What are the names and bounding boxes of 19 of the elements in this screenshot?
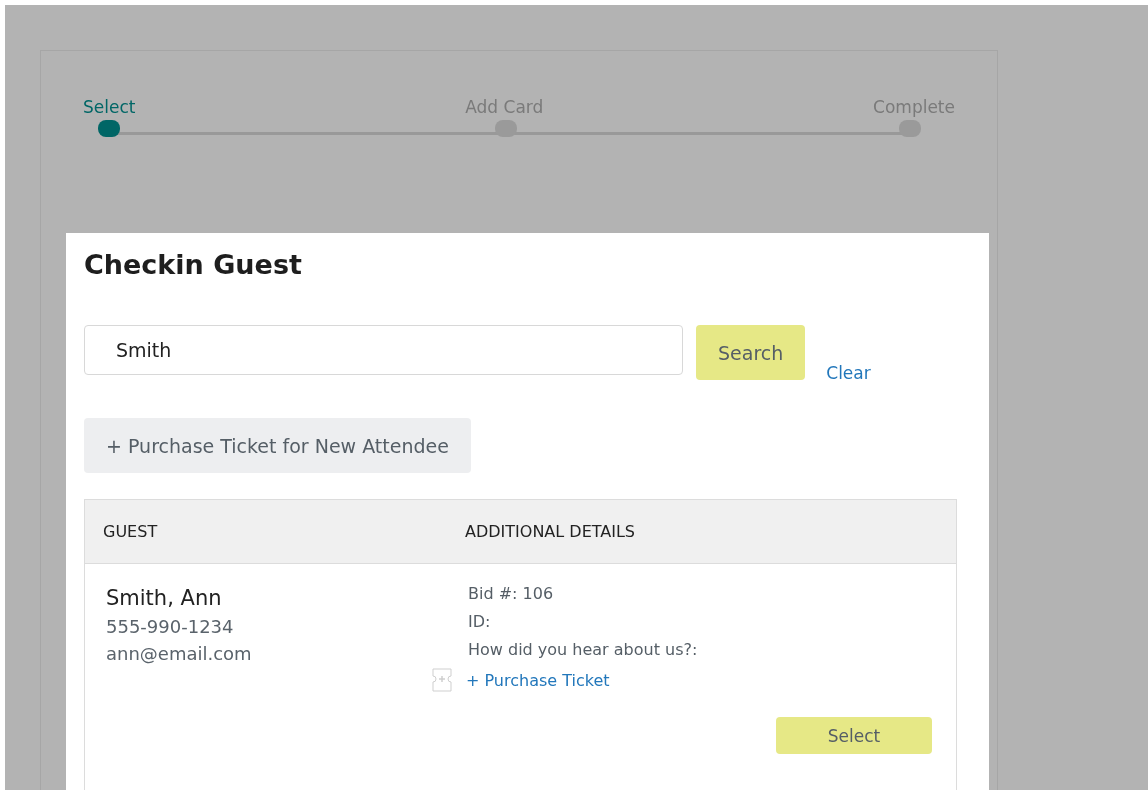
detail-line: ID: [468, 612, 491, 631]
guest-email: ann@email.com [106, 643, 252, 664]
guest-name: Smith, Ann [106, 586, 222, 610]
guest-phone: 555-990-1234 [106, 616, 234, 637]
step-label: Select [83, 97, 136, 117]
column-header: GUEST [102, 522, 159, 541]
column-header: ADDITIONAL DETAILS [464, 522, 636, 541]
purchase-ticket-button[interactable]: + Purchase Ticket for New Attendee [84, 418, 471, 473]
step-label: Complete [873, 97, 955, 117]
detail-line: Bid #: 106 [468, 584, 554, 603]
step-label: Add Card [465, 97, 544, 117]
purchase-ticket-link[interactable]: + Purchase Ticket [466, 670, 610, 690]
search-button[interactable]: Search [696, 325, 806, 380]
search-field[interactable]: Smith [84, 325, 683, 375]
clear-link[interactable]: Clear [826, 363, 871, 383]
detail-line: How did you hear about us?: [468, 640, 698, 659]
select-button[interactable]: Select [776, 717, 932, 754]
ticket-icon [432, 668, 452, 692]
dialog-title: Checkin Guest [84, 249, 303, 280]
